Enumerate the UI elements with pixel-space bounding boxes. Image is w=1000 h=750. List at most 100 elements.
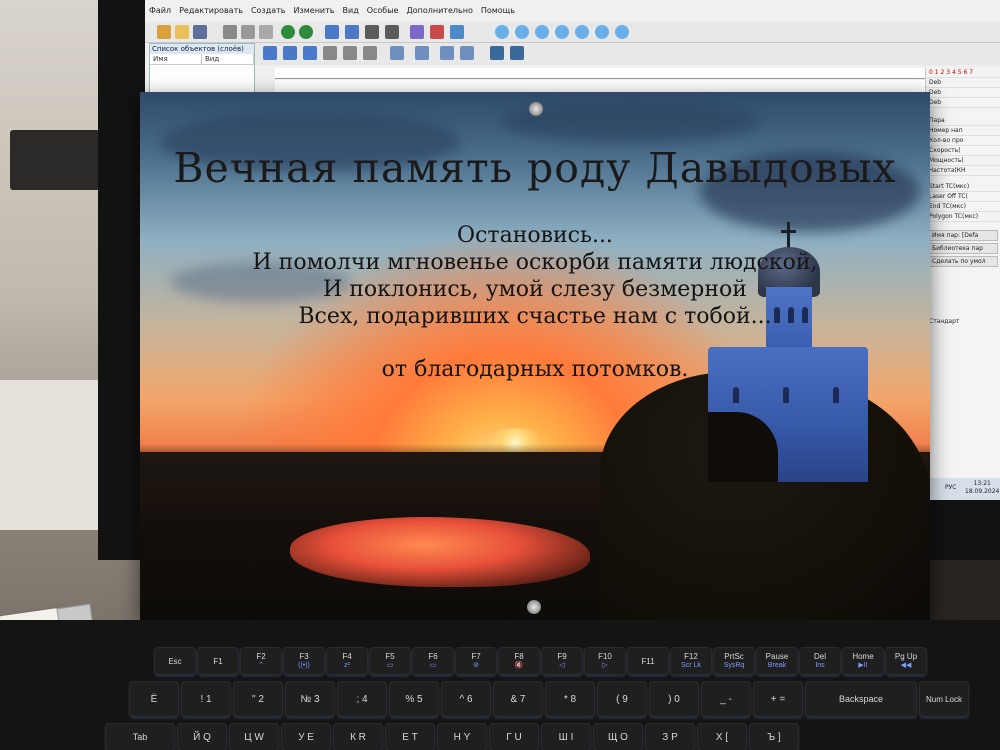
flip-icon[interactable] <box>460 46 474 60</box>
layer-name[interactable]: Deb <box>926 98 1000 108</box>
node-delete-icon[interactable] <box>385 25 399 39</box>
group-icon[interactable] <box>283 46 297 60</box>
column-type[interactable]: Вид <box>202 54 254 64</box>
key-f4[interactable]: F4 z² <box>327 648 367 674</box>
key-del[interactable]: Del Ins <box>800 648 840 674</box>
key-esc[interactable]: Esc <box>155 648 195 674</box>
ungroup-icon[interactable] <box>303 46 317 60</box>
key-f10[interactable]: F10 ▷ <box>585 648 625 674</box>
menu-view[interactable]: Вид <box>343 6 359 20</box>
key-f6[interactable]: F6 ▭ <box>413 648 453 674</box>
key-i[interactable]: Ш I <box>542 724 590 750</box>
key-numlock[interactable]: Num Lock <box>920 682 968 716</box>
forward-icon[interactable] <box>299 25 313 39</box>
key-bracket-left[interactable]: Х [ <box>698 724 746 750</box>
key-q[interactable]: Й Q <box>178 724 226 750</box>
image-icon[interactable] <box>450 25 464 39</box>
key-f3[interactable]: F3 ((•)) <box>284 648 324 674</box>
param-row[interactable]: Кол-во про <box>926 136 1000 146</box>
key-f1[interactable]: F1 <box>198 648 238 674</box>
key-minus[interactable]: _ - <box>702 682 750 716</box>
timing-row[interactable]: Start TC(мкс) <box>926 182 1000 192</box>
key-0[interactable]: ) 0 <box>650 682 698 716</box>
zoom-in-icon[interactable] <box>515 25 529 39</box>
cut-icon[interactable] <box>223 25 237 39</box>
key-u[interactable]: Г U <box>490 724 538 750</box>
key-home[interactable]: Home ▶II <box>843 648 883 674</box>
text-tool-icon[interactable] <box>410 25 424 39</box>
menu-create[interactable]: Создать <box>251 6 286 20</box>
key-9[interactable]: ( 9 <box>598 682 646 716</box>
menu-extra[interactable]: Дополнительно <box>406 6 472 20</box>
save-icon[interactable] <box>193 25 207 39</box>
input-language[interactable]: РУС <box>945 484 956 491</box>
preview-icon[interactable] <box>510 46 524 60</box>
param-row[interactable]: Скорость( <box>926 146 1000 156</box>
key-6[interactable]: ^ 6 <box>442 682 490 716</box>
key-f2[interactable]: F2 ⌃ <box>241 648 281 674</box>
layer-icon[interactable] <box>363 46 377 60</box>
zoom-all-icon[interactable] <box>575 25 589 39</box>
key-f12[interactable]: F12 Scr Lk <box>671 648 711 674</box>
param-row[interactable]: Номер нап <box>926 126 1000 136</box>
param-row[interactable]: Частота(КН <box>926 166 1000 176</box>
align-icon[interactable] <box>390 46 404 60</box>
zoom-page-icon[interactable] <box>615 25 629 39</box>
key-5[interactable]: % 5 <box>390 682 438 716</box>
zoom-icon[interactable] <box>495 25 509 39</box>
key-y[interactable]: Н Y <box>438 724 486 750</box>
key-backspace[interactable]: Backspace <box>806 682 916 716</box>
key-t[interactable]: Е T <box>386 724 434 750</box>
timing-row[interactable]: Laser Off TC( <box>926 192 1000 202</box>
select-icon[interactable] <box>263 46 277 60</box>
timing-row[interactable]: Polygon TC(мкс) <box>926 212 1000 222</box>
param-library-button[interactable]: Библиотека пар <box>929 243 998 254</box>
menu-help[interactable]: Помощь <box>481 6 515 20</box>
key-f9[interactable]: F9 ◁ <box>542 648 582 674</box>
node-add-icon[interactable] <box>345 25 359 39</box>
key-yo[interactable]: Ё <box>130 682 178 716</box>
zoom-out-icon[interactable] <box>535 25 549 39</box>
key-equals[interactable]: + = <box>754 682 802 716</box>
zoom-fit-icon[interactable] <box>555 25 569 39</box>
key-bracket-right[interactable]: Ъ ] <box>750 724 798 750</box>
rotate-icon[interactable] <box>440 46 454 60</box>
key-7[interactable]: & 7 <box>494 682 542 716</box>
node-tool-icon[interactable] <box>365 25 379 39</box>
back-icon[interactable] <box>281 25 295 39</box>
layer-list[interactable]: 0 1 2 3 4 5 6 7 <box>926 68 1000 78</box>
lock-icon[interactable] <box>323 46 337 60</box>
param-row[interactable]: Мощность( <box>926 156 1000 166</box>
menu-modify[interactable]: Изменить <box>294 6 335 20</box>
set-default-button[interactable]: Сделать по умол <box>929 256 998 267</box>
key-f11[interactable]: F11 <box>628 648 668 674</box>
key-f7[interactable]: F7 ⊘ <box>456 648 496 674</box>
key-prtsc[interactable]: PrtSc SysRq <box>714 648 754 674</box>
key-2[interactable]: " 2 <box>234 682 282 716</box>
layer-name[interactable]: Deb <box>926 88 1000 98</box>
paste-icon[interactable] <box>259 25 273 39</box>
key-p[interactable]: З P <box>646 724 694 750</box>
key-3[interactable]: № 3 <box>286 682 334 716</box>
unlock-icon[interactable] <box>343 46 357 60</box>
eye-icon[interactable] <box>490 46 504 60</box>
node-edit-icon[interactable] <box>325 25 339 39</box>
zoom-select-icon[interactable] <box>595 25 609 39</box>
key-e[interactable]: У E <box>282 724 330 750</box>
key-f8[interactable]: F8 🔇 <box>499 648 539 674</box>
key-tab[interactable]: Tab <box>106 724 174 750</box>
barcode-icon[interactable] <box>430 25 444 39</box>
key-1[interactable]: ! 1 <box>182 682 230 716</box>
key-f5[interactable]: F5 ▭ <box>370 648 410 674</box>
key-8[interactable]: * 8 <box>546 682 594 716</box>
key-pgup[interactable]: Pg Up ◀◀ <box>886 648 926 674</box>
timing-row[interactable]: End TC(мкс) <box>926 202 1000 212</box>
column-name[interactable]: Имя <box>150 54 202 64</box>
key-w[interactable]: Ц W <box>230 724 278 750</box>
open-icon[interactable] <box>175 25 189 39</box>
new-icon[interactable] <box>157 25 171 39</box>
key-pause[interactable]: Pause Break <box>757 648 797 674</box>
clock[interactable]: 13:21 18.09.2024 <box>965 480 999 496</box>
key-o[interactable]: Щ O <box>594 724 642 750</box>
param-name-button[interactable]: Имя пар: [Defa <box>929 230 998 241</box>
